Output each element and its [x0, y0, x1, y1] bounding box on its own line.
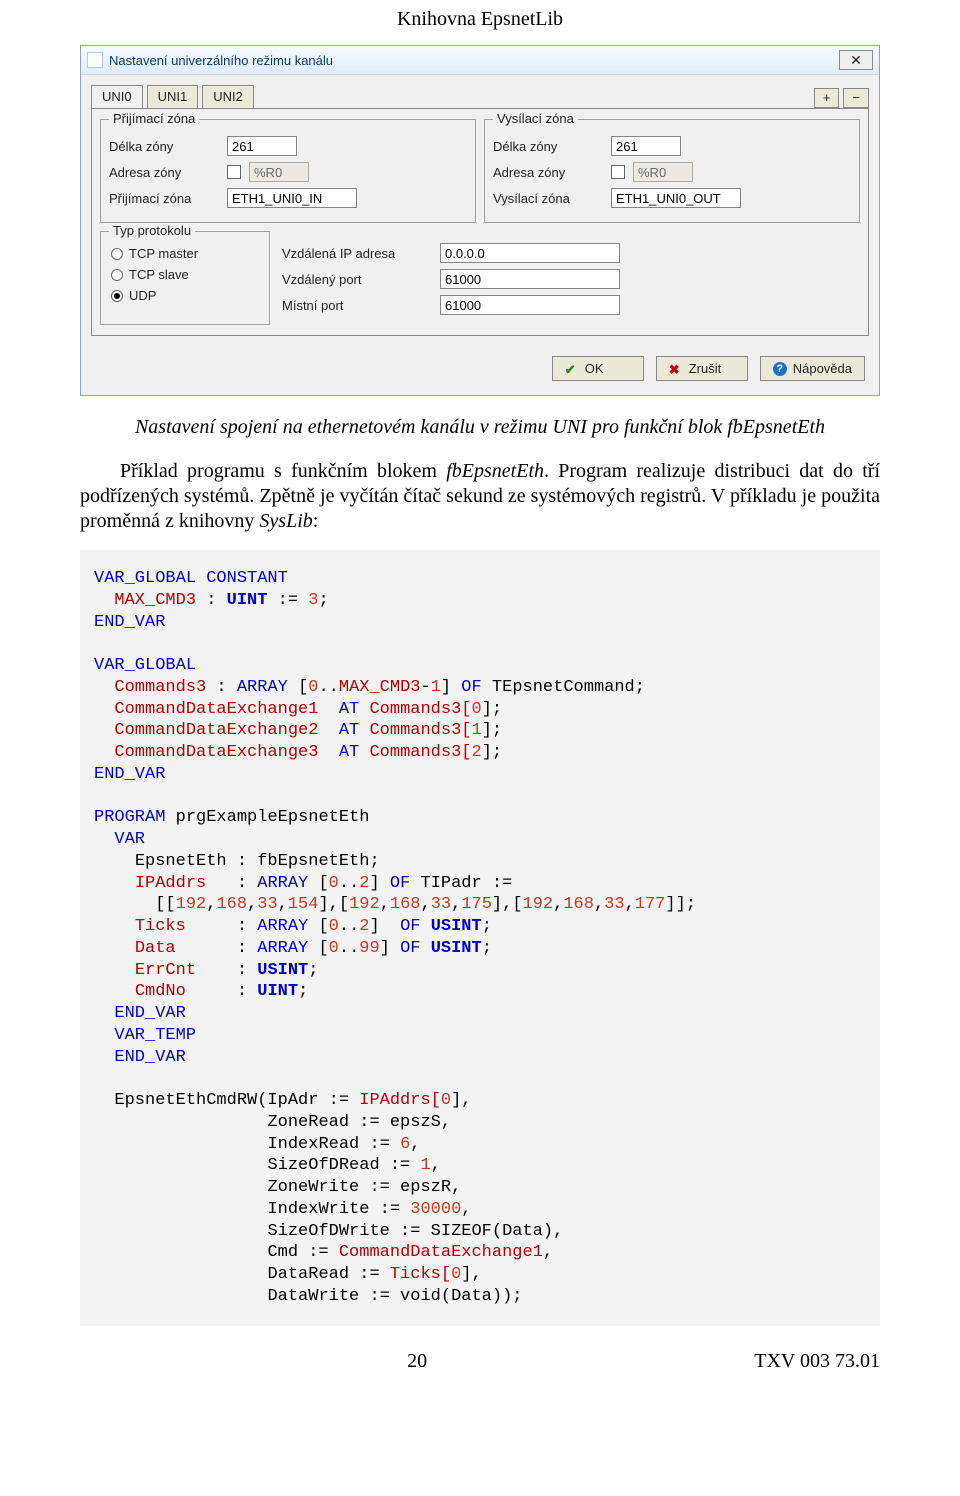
body-paragraph: Příklad programu s funkčním blokem fbEps…	[80, 459, 880, 534]
radio-label: TCP master	[129, 246, 198, 261]
label-recv-length: Délka zóny	[109, 139, 219, 154]
titlebar: Nastavení univerzálního režimu kanálu ✕	[81, 46, 879, 75]
label-recv-addr: Adresa zóny	[109, 165, 219, 180]
remove-tab-button[interactable]: −	[843, 88, 869, 108]
code-listing: VAR_GLOBAL CONSTANT MAX_CMD3 : UINT := 3…	[80, 550, 880, 1326]
label-remote-port: Vzdálený port	[282, 272, 432, 287]
input-recv-length[interactable]	[227, 136, 297, 156]
dialog-title: Nastavení univerzálního režimu kanálu	[109, 53, 839, 68]
input-send-name[interactable]	[611, 188, 741, 208]
cancel-button[interactable]: ✖ Zrušit	[656, 356, 748, 381]
footer-doc-code: TXV 003 73.01	[754, 1350, 880, 1373]
label-local-port: Místní port	[282, 298, 432, 313]
radio-tcp-master-row[interactable]: TCP master	[111, 246, 259, 261]
radio-tcp-slave[interactable]	[111, 269, 123, 281]
input-remote-port[interactable]	[440, 269, 620, 289]
label-recv-name: Přijímací zóna	[109, 191, 219, 206]
radio-label: TCP slave	[129, 267, 189, 282]
dialog-button-bar: ✔ OK ✖ Zrušit ? Nápověda	[81, 346, 879, 395]
tab-uni1[interactable]: UNI1	[147, 85, 199, 108]
radio-tcp-slave-row[interactable]: TCP slave	[111, 267, 259, 282]
figure-caption: Nastavení spojení na ethernetovém kanálu…	[130, 416, 830, 439]
label-send-name: Vysílací zóna	[493, 191, 603, 206]
button-label: Nápověda	[793, 361, 852, 376]
group-legend: Vysílací zóna	[493, 111, 578, 126]
input-recv-name[interactable]	[227, 188, 357, 208]
input-local-port[interactable]	[440, 295, 620, 315]
radio-udp-row[interactable]: UDP	[111, 288, 259, 303]
label-remote-ip: Vzdálená IP adresa	[282, 246, 432, 261]
page-footer: 20 TXV 003 73.01	[80, 1350, 880, 1373]
tab-uni2[interactable]: UNI2	[202, 85, 254, 108]
page-header: Knihovna EpsnetLib	[80, 8, 880, 31]
label-send-length: Délka zóny	[493, 139, 603, 154]
check-icon: ✔	[565, 362, 579, 376]
close-icon: ✖	[669, 362, 683, 376]
tab-uni0[interactable]: UNI0	[91, 85, 143, 108]
radio-label: UDP	[129, 288, 156, 303]
label-send-addr: Adresa zóny	[493, 165, 603, 180]
radio-tcp-master[interactable]	[111, 248, 123, 260]
tab-bar: UNI0 UNI1 UNI2 + −	[81, 75, 879, 108]
group-legend: Přijímací zóna	[109, 111, 199, 126]
checkbox-send-addr[interactable]	[611, 165, 625, 179]
add-tab-button[interactable]: +	[814, 88, 840, 108]
page-number: 20	[407, 1350, 427, 1373]
help-button[interactable]: ? Nápověda	[760, 356, 865, 381]
input-remote-ip[interactable]	[440, 243, 620, 263]
group-receive-zone: Přijímací zóna Délka zóny Adresa zóny %R…	[100, 119, 476, 223]
ok-button[interactable]: ✔ OK	[552, 356, 644, 381]
group-legend: Typ protokolu	[109, 223, 195, 238]
close-icon[interactable]: ✕	[839, 50, 873, 70]
button-label: Zrušit	[689, 361, 722, 376]
group-send-zone: Vysílací zóna Délka zóny Adresa zóny %R0…	[484, 119, 860, 223]
readonly-recv-addr: %R0	[249, 162, 309, 182]
input-send-length[interactable]	[611, 136, 681, 156]
group-protocol: Typ protokolu TCP master TCP slave UDP	[100, 231, 270, 325]
remote-settings: Vzdálená IP adresa Vzdálený port Místní …	[278, 231, 860, 325]
button-label: OK	[585, 361, 604, 376]
dialog-window: Nastavení univerzálního režimu kanálu ✕ …	[80, 45, 880, 396]
readonly-send-addr: %R0	[633, 162, 693, 182]
radio-udp[interactable]	[111, 290, 123, 302]
help-icon: ?	[773, 362, 787, 376]
checkbox-recv-addr[interactable]	[227, 165, 241, 179]
tab-content: Přijímací zóna Délka zóny Adresa zóny %R…	[91, 108, 869, 336]
app-icon	[87, 52, 103, 68]
